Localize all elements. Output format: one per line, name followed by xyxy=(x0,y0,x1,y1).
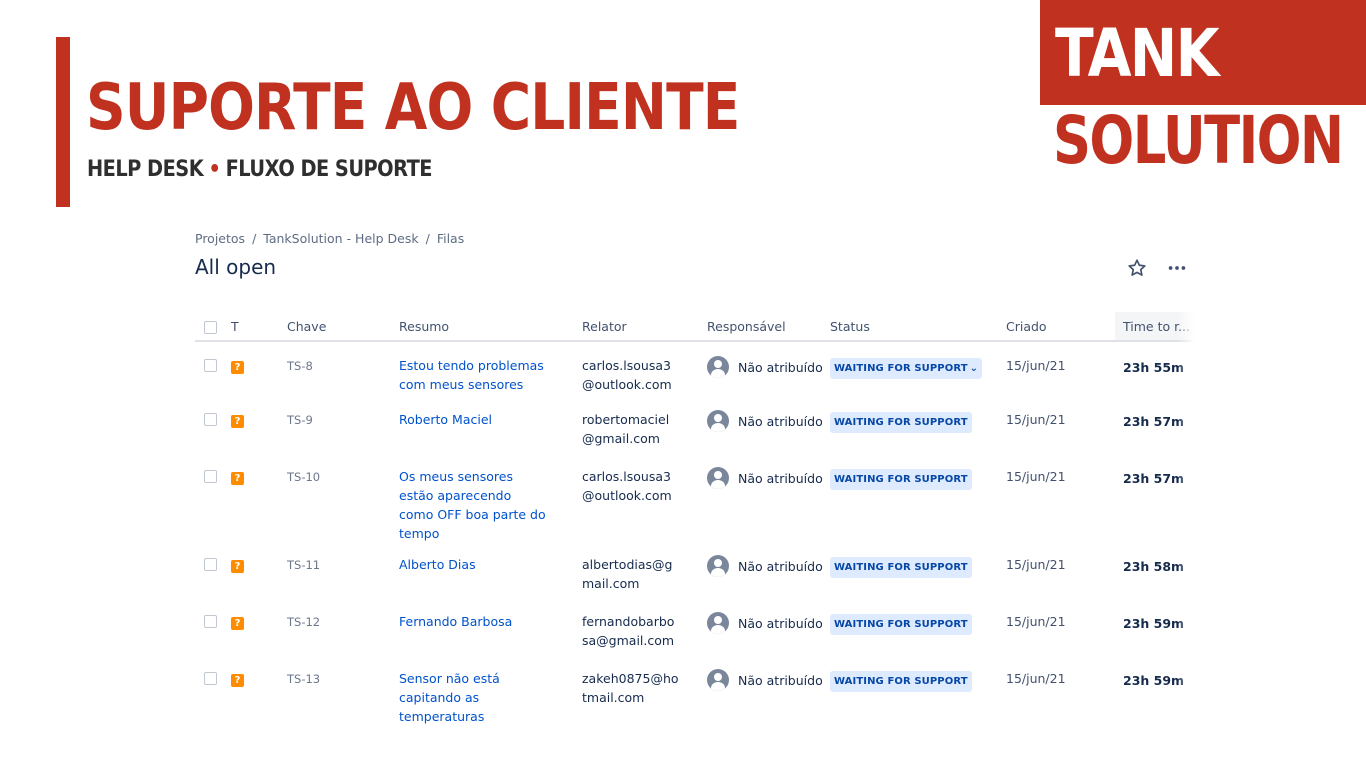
issue-created: 15/jun/21 xyxy=(1006,469,1066,484)
row-checkbox[interactable] xyxy=(204,359,217,372)
breadcrumb-queues[interactable]: Filas xyxy=(437,231,464,246)
column-header-summary[interactable]: Resumo xyxy=(399,312,582,342)
issue-key[interactable]: TS-9 xyxy=(287,413,313,427)
row-checkbox[interactable] xyxy=(204,413,217,426)
table-row[interactable]: ? TS-8 Estou tendo problemas com meus se… xyxy=(195,341,1195,398)
brand-logo-top: TANK xyxy=(1055,15,1220,92)
issue-assignee: Não atribuído xyxy=(707,356,830,378)
column-header-status[interactable]: Status xyxy=(830,312,1006,342)
issue-created: 15/jun/21 xyxy=(1006,614,1066,629)
issue-summary[interactable]: Fernando Barbosa xyxy=(399,612,549,631)
brand-logo-bottom: SOLUTION xyxy=(1053,102,1344,179)
table-row[interactable]: ? TS-9 Roberto Maciel robertomaciel@gmai… xyxy=(195,398,1195,455)
more-horizontal-icon[interactable] xyxy=(1166,257,1188,279)
issue-key[interactable]: TS-13 xyxy=(287,672,320,686)
queue-table: T Chave Resumo Relator Responsável Statu… xyxy=(195,312,1195,724)
issue-assignee: Não atribuído xyxy=(707,612,830,634)
status-badge[interactable]: WAITING FOR SUPPORT ⌄ xyxy=(830,358,983,379)
row-checkbox[interactable] xyxy=(204,672,217,685)
issue-created: 15/jun/21 xyxy=(1006,557,1066,572)
issue-reporter: zakeh0875@hotmail.com xyxy=(582,671,679,705)
table-scroll-fade xyxy=(1178,305,1200,725)
status-badge[interactable]: WAITING FOR SUPPORT xyxy=(830,614,972,635)
assignee-name: Não atribuído xyxy=(738,470,823,486)
row-checkbox[interactable] xyxy=(204,470,217,483)
issue-summary[interactable]: Roberto Maciel xyxy=(399,410,549,429)
assignee-name: Não atribuído xyxy=(738,359,823,375)
subtitle-dot: • xyxy=(208,157,221,182)
avatar-icon xyxy=(707,669,729,691)
avatar-icon xyxy=(707,555,729,577)
issue-assignee: Não atribuído xyxy=(707,669,830,691)
status-badge[interactable]: WAITING FOR SUPPORT xyxy=(830,412,972,433)
table-header-row: T Chave Resumo Relator Responsável Statu… xyxy=(195,312,1195,342)
row-checkbox[interactable] xyxy=(204,558,217,571)
issue-reporter: robertomaciel@gmail.com xyxy=(582,412,670,446)
issue-assignee: Não atribuído xyxy=(707,410,830,432)
table-row[interactable]: ? TS-11 Alberto Dias albertodias@gmail.c… xyxy=(195,543,1195,600)
question-type-icon: ? xyxy=(231,560,244,573)
question-type-icon: ? xyxy=(231,617,244,630)
slide-subtitle: HELP DESK • FLUXO DE SUPORTE xyxy=(87,157,433,182)
issue-key[interactable]: TS-10 xyxy=(287,470,320,484)
table-row[interactable]: ? TS-10 Os meus sensores estão aparecend… xyxy=(195,455,1195,543)
avatar-icon xyxy=(707,467,729,489)
avatar-icon xyxy=(707,410,729,432)
page-title: All open xyxy=(195,255,277,279)
issue-reporter: albertodias@gmail.com xyxy=(582,557,673,591)
issue-created: 15/jun/21 xyxy=(1006,671,1066,686)
issue-assignee: Não atribuído xyxy=(707,467,830,489)
question-type-icon: ? xyxy=(231,674,244,687)
status-badge[interactable]: WAITING FOR SUPPORT xyxy=(830,469,972,490)
issue-key[interactable]: TS-12 xyxy=(287,615,320,629)
question-type-icon: ? xyxy=(231,472,244,485)
question-type-icon: ? xyxy=(231,361,244,374)
breadcrumb-separator: / xyxy=(252,231,257,246)
issue-reporter: carlos.lsousa3@outlook.com xyxy=(582,469,672,503)
avatar-icon xyxy=(707,612,729,634)
issue-reporter: fernandobarbosa@gmail.com xyxy=(582,614,675,648)
table-row[interactable]: ? TS-13 Sensor não está capitando as tem… xyxy=(195,657,1195,724)
avatar-icon xyxy=(707,356,729,378)
issue-summary[interactable]: Alberto Dias xyxy=(399,555,549,574)
chevron-down-icon[interactable]: ⌄ xyxy=(970,363,978,374)
issue-assignee: Não atribuído xyxy=(707,555,830,577)
subtitle-right: FLUXO DE SUPORTE xyxy=(225,157,433,182)
issue-reporter: carlos.lsousa3@outlook.com xyxy=(582,358,672,392)
breadcrumb: Projetos / TankSolution - Help Desk / Filas xyxy=(195,231,464,246)
select-all-header xyxy=(195,312,231,342)
assignee-name: Não atribuído xyxy=(738,413,823,429)
column-header-reporter[interactable]: Relator xyxy=(582,312,707,342)
breadcrumb-separator: / xyxy=(425,231,430,246)
column-header-created[interactable]: Criado xyxy=(1006,312,1115,342)
star-icon[interactable] xyxy=(1126,257,1148,279)
assignee-name: Não atribuído xyxy=(738,558,823,574)
assignee-name: Não atribuído xyxy=(738,615,823,631)
column-header-type[interactable]: T xyxy=(231,312,287,342)
issue-created: 15/jun/21 xyxy=(1006,358,1066,373)
breadcrumb-project[interactable]: TankSolution - Help Desk xyxy=(263,231,418,246)
issue-summary[interactable]: Estou tendo problemas com meus sensores xyxy=(399,356,549,394)
accent-bar xyxy=(56,37,70,207)
issue-key[interactable]: TS-8 xyxy=(287,359,313,373)
slide-title: SUPORTE AO CLIENTE xyxy=(86,71,740,145)
question-type-icon: ? xyxy=(231,415,244,428)
assignee-name: Não atribuído xyxy=(738,672,823,688)
status-badge[interactable]: WAITING FOR SUPPORT xyxy=(830,557,972,578)
issue-key[interactable]: TS-11 xyxy=(287,558,320,572)
column-header-key[interactable]: Chave xyxy=(287,312,399,342)
status-badge[interactable]: WAITING FOR SUPPORT xyxy=(830,671,972,692)
status-label: WAITING FOR SUPPORT xyxy=(834,363,968,374)
issue-summary[interactable]: Os meus sensores estão aparecendo como O… xyxy=(399,467,549,543)
issue-summary[interactable]: Sensor não está capitando as temperatura… xyxy=(399,669,549,724)
row-checkbox[interactable] xyxy=(204,615,217,628)
select-all-checkbox[interactable] xyxy=(204,320,217,334)
table-row[interactable]: ? TS-12 Fernando Barbosa fernandobarbosa… xyxy=(195,600,1195,657)
breadcrumb-projects[interactable]: Projetos xyxy=(195,231,245,246)
issue-created: 15/jun/21 xyxy=(1006,412,1066,427)
subtitle-left: HELP DESK xyxy=(87,157,204,182)
column-header-assignee[interactable]: Responsável xyxy=(707,312,830,342)
